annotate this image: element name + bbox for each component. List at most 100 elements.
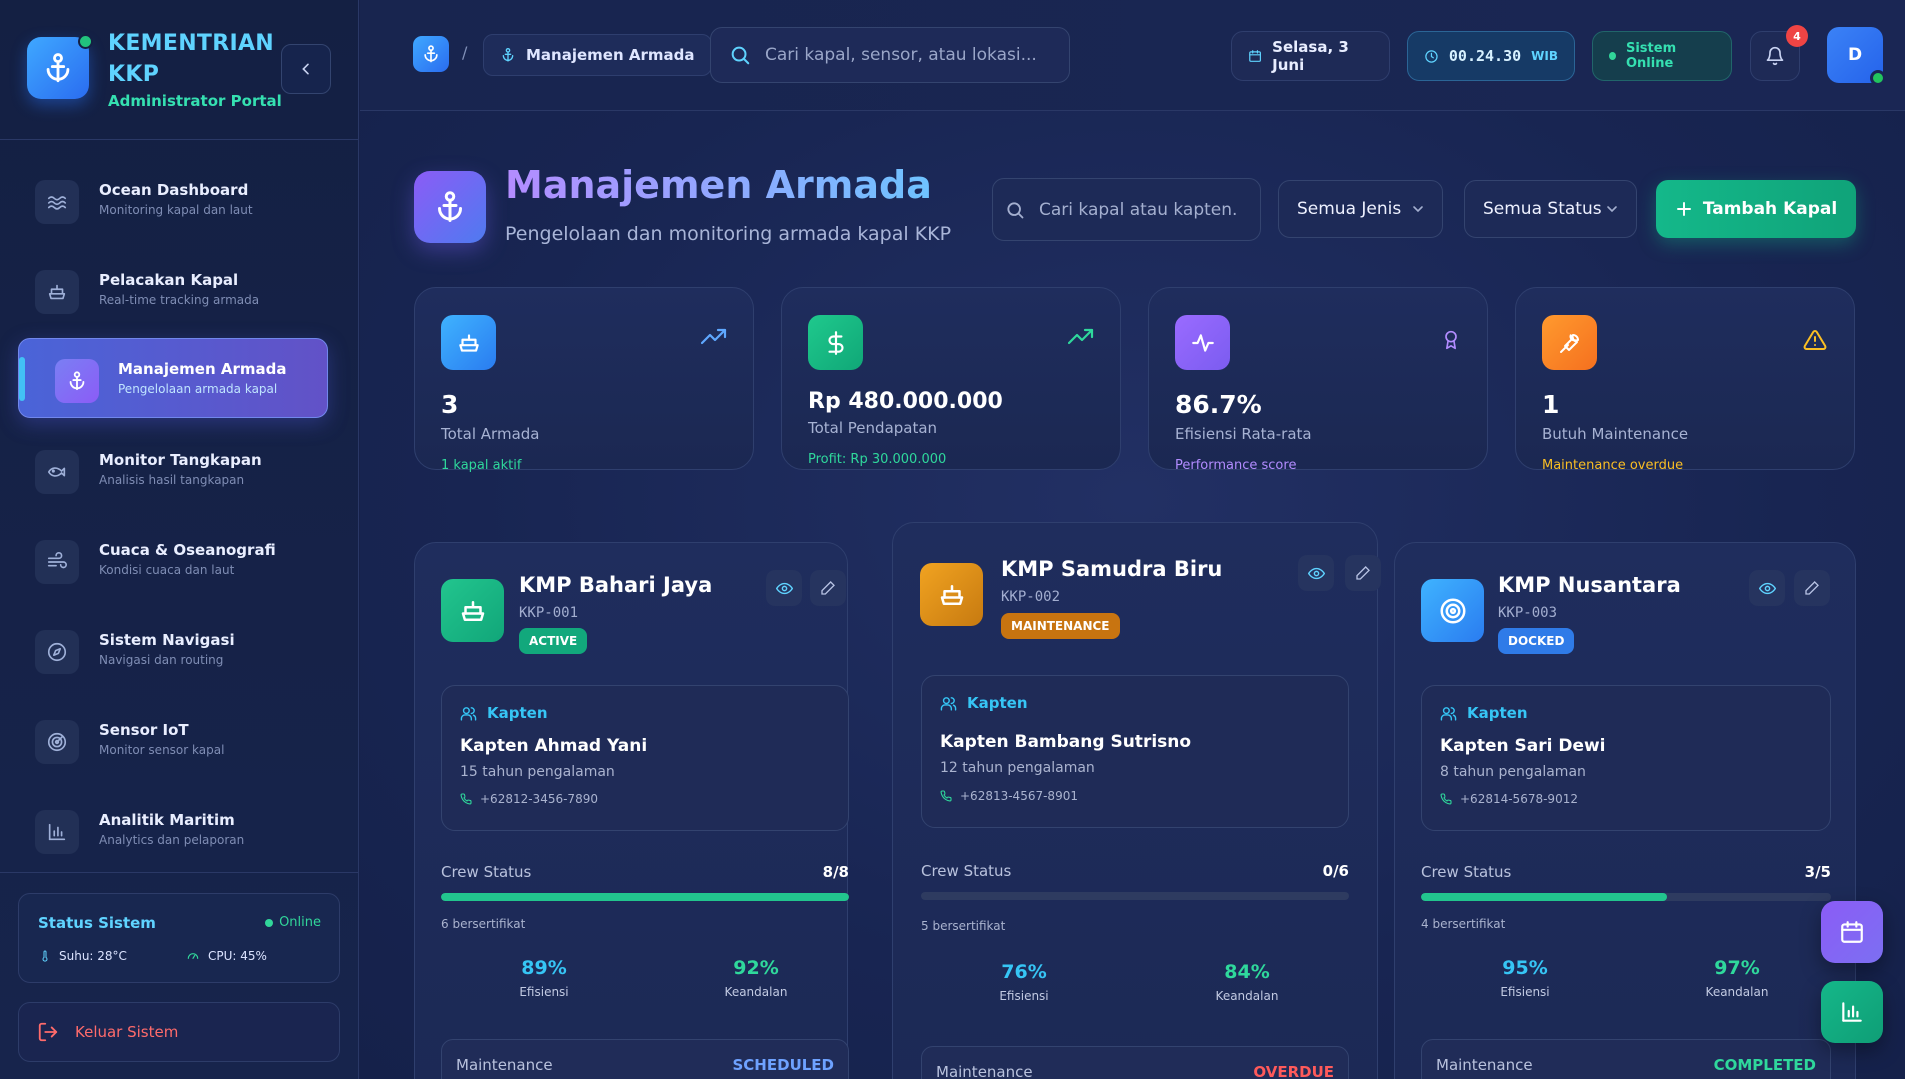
sidebar-item-analitik-maritim[interactable]: Analitik Maritim Analytics dan pelaporan [18, 790, 328, 870]
pencil-icon [821, 581, 835, 595]
fleet-search[interactable] [992, 178, 1261, 241]
users-icon [940, 696, 957, 711]
brand-subtitle: Administrator Portal [108, 92, 282, 110]
warning-icon [1802, 328, 1828, 352]
edit-ship-button[interactable] [810, 570, 846, 606]
ship-code: KKP-001 [519, 605, 579, 621]
ship-card-bahari-jaya[interactable]: KMP Bahari Jaya KKP-001 ACTIVE Kapten Ka… [414, 542, 849, 1079]
status-badge: MAINTENANCE [1001, 613, 1120, 639]
calendar-fab-button[interactable] [1821, 901, 1883, 963]
sidebar-item-label: Analitik Maritim [99, 811, 235, 829]
sidebar-item-ocean-dashboard[interactable]: Ocean Dashboard Monitoring kapal dan lau… [18, 160, 328, 240]
status-filter-select[interactable]: Semua Status [1464, 180, 1637, 238]
edit-ship-button[interactable] [1345, 555, 1381, 591]
system-temperature: Suhu: 28°C [39, 949, 127, 963]
chevron-down-icon [1413, 206, 1423, 213]
main-content: Manajemen Armada Pengelolaan dan monitor… [360, 111, 1905, 1079]
status-dot [265, 918, 274, 927]
efficiency-label: Efisiensi [999, 989, 1049, 1003]
ship-card-nusantara[interactable]: KMP Nusantara KKP-003 DOCKED Kapten Kapt… [1394, 542, 1856, 1079]
captain-phone-text: +62813-4567-8901 [960, 789, 1078, 803]
timezone-text: WIB [1531, 49, 1558, 63]
add-ship-label: Tambah Kapal [1702, 199, 1838, 219]
captain-experience: 15 tahun pengalaman [460, 764, 615, 780]
collapse-sidebar-button[interactable] [281, 44, 331, 94]
captain-name: Kapten Sari Dewi [1440, 736, 1606, 756]
pencil-icon [1356, 566, 1370, 580]
maintenance-label: Maintenance [936, 1063, 1033, 1079]
sidebar-item-desc: Pengelolaan armada kapal [118, 382, 278, 396]
captain-box: Kapten Kapten Sari Dewi 8 tahun pengalam… [1421, 685, 1831, 831]
system-online-chip: Sistem Online [1592, 31, 1732, 81]
maintenance-label: Maintenance [456, 1056, 553, 1074]
ship-icon [441, 315, 496, 370]
stat-card-total-fleet: 3 Total Armada 1 kapal aktif [414, 287, 754, 473]
certified-count: 4 bersertifikat [1421, 917, 1506, 931]
captain-experience: 12 tahun pengalaman [940, 760, 1095, 776]
anchor-icon [55, 359, 99, 403]
ship-card-samudra-biru[interactable]: KMP Samudra Biru KKP-002 MAINTENANCE Kap… [892, 522, 1381, 1079]
logout-button[interactable]: Keluar Sistem [18, 1002, 340, 1062]
maintenance-row: Maintenance SCHEDULED [441, 1039, 849, 1079]
sidebar-item-label: Sistem Navigasi [99, 631, 235, 649]
sidebar-item-sensor-iot[interactable]: Sensor IoT Monitor sensor kapal [18, 700, 328, 780]
phone-icon [460, 793, 472, 805]
sidebar-item-label: Ocean Dashboard [99, 181, 249, 199]
notification-count-badge: 4 [1786, 25, 1808, 47]
stat-card-efficiency: 86.7% Efisiensi Rata-rata Performance sc… [1148, 287, 1488, 473]
breadcrumb-label: Manajemen Armada [526, 46, 695, 64]
reliability-label: Keandalan [1705, 985, 1769, 999]
edit-ship-button[interactable] [1794, 570, 1830, 606]
certified-count: 6 bersertifikat [441, 917, 526, 931]
type-filter-select[interactable]: Semua Jenis [1278, 180, 1443, 238]
notifications-button[interactable]: 4 [1750, 25, 1808, 81]
sidebar-item-label: Manajemen Armada [118, 360, 287, 378]
sidebar-item-label: Cuaca & Oseanografi [99, 541, 276, 559]
stat-label: Total Armada [441, 425, 540, 443]
system-online-label: Sistem Online [1625, 41, 1677, 71]
stat-label: Butuh Maintenance [1542, 425, 1689, 443]
sidebar-item-label: Sensor IoT [99, 721, 189, 739]
sidebar-item-desc: Monitor sensor kapal [99, 743, 225, 757]
online-dot [78, 34, 93, 49]
global-search-input[interactable] [765, 45, 1055, 65]
divider [0, 872, 359, 873]
online-dot [1870, 70, 1886, 86]
reliability-metric: 84% Keandalan [1177, 961, 1317, 1003]
breadcrumb-home-button[interactable] [413, 36, 449, 72]
status-badge: DOCKED [1498, 628, 1575, 654]
captain-phone: +62814-5678-9012 [1440, 792, 1578, 806]
captain-heading: Kapten [940, 694, 1028, 712]
maintenance-row: Maintenance COMPLETED [1421, 1039, 1831, 1079]
fleet-search-input[interactable] [1039, 199, 1239, 220]
global-search[interactable] [710, 27, 1070, 83]
analytics-fab-button[interactable] [1821, 981, 1883, 1043]
sidebar-item-pelacakan-kapal[interactable]: Pelacakan Kapal Real-time tracking armad… [18, 250, 328, 330]
add-ship-button[interactable]: Tambah Kapal [1656, 180, 1856, 238]
sidebar-item-monitor-tangkapan[interactable]: Monitor Tangkapan Analisis hasil tangkap… [18, 430, 328, 510]
plus-icon [1676, 202, 1691, 216]
sidebar-item-desc: Monitoring kapal dan laut [99, 203, 253, 217]
sidebar-item-sistem-navigasi[interactable]: Sistem Navigasi Navigasi dan routing [18, 610, 328, 690]
search-icon [731, 46, 750, 65]
captain-name: Kapten Ahmad Yani [460, 736, 648, 756]
view-ship-button[interactable] [1298, 555, 1334, 591]
view-ship-button[interactable] [1749, 570, 1785, 606]
phone-icon [940, 790, 952, 802]
fish-icon [35, 450, 79, 494]
view-ship-button[interactable] [766, 570, 802, 606]
breadcrumb-current[interactable]: Manajemen Armada [483, 34, 712, 76]
sidebar-item-desc: Analytics dan pelaporan [99, 833, 245, 847]
calendar-icon [1249, 50, 1261, 62]
captain-label: Kapten [487, 704, 548, 722]
captain-label: Kapten [1467, 704, 1528, 722]
brand-title: KEMENTRIAN KKP [108, 31, 274, 87]
efficiency-metric: 89% Efisiensi [474, 957, 614, 999]
sidebar-item-manajemen-armada[interactable]: Manajemen Armada Pengelolaan armada kapa… [18, 338, 328, 418]
date-chip[interactable]: Selasa, 3 Juni [1231, 31, 1390, 81]
user-avatar[interactable]: D [1827, 27, 1886, 86]
stat-label: Total Pendapatan [808, 419, 938, 437]
bell-icon [1766, 46, 1784, 66]
sidebar-item-cuaca[interactable]: Cuaca & Oseanografi Kondisi cuaca dan la… [18, 520, 328, 600]
status-filter-value: Semua Status [1483, 199, 1602, 219]
